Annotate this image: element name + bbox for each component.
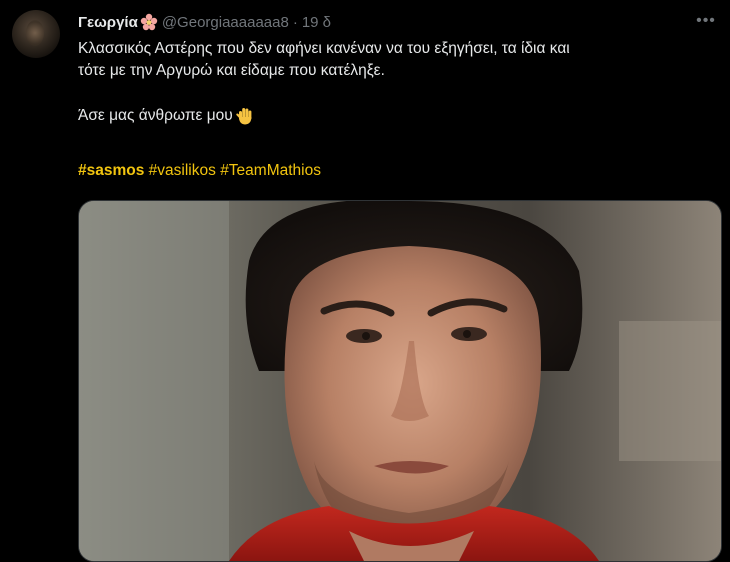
separator: · — [292, 13, 298, 31]
tweet-text-line-1: Κλασσικός Αστέρης που δεν αφήνει κανέναν… — [78, 40, 570, 57]
display-name[interactable]: Γεωργία — [78, 14, 138, 31]
hashtags: #sasmos #vasilikos #TeamMathios — [78, 160, 321, 182]
timestamp[interactable]: 19 δ — [302, 14, 331, 31]
tweet-text: Κλασσικός Αστέρης που δεν αφήνει κανέναν… — [78, 38, 708, 127]
tweet: Γεωργία @Georgiaaaaaaa8 · 19 δ ••• Κλασσ… — [0, 0, 730, 562]
tweet-text-line-2: τότε με την Αργυρώ και είδαμε που κατέλη… — [78, 62, 385, 79]
tweet-media-image[interactable] — [78, 200, 722, 562]
tweet-header: Γεωργία @Georgiaaaaaaa8 · 19 δ — [78, 12, 331, 32]
tweet-text-para2: Άσε μας άνθρωπε μου — [78, 107, 233, 124]
hashtag-sasmos[interactable]: #sasmos — [78, 162, 144, 179]
hashtag-teammathios[interactable]: #TeamMathios — [220, 162, 321, 179]
user-handle[interactable]: @Georgiaaaaaaa8 — [162, 14, 289, 31]
hashtag-vasilikos[interactable]: #vasilikos — [149, 162, 216, 179]
raised-hand-icon — [235, 106, 255, 126]
flower-icon — [140, 13, 158, 31]
avatar[interactable] — [12, 10, 60, 58]
tweet-text-paragraph-2: Άσε μας άνθρωπε μου — [78, 105, 708, 127]
more-options-icon[interactable]: ••• — [696, 11, 716, 31]
